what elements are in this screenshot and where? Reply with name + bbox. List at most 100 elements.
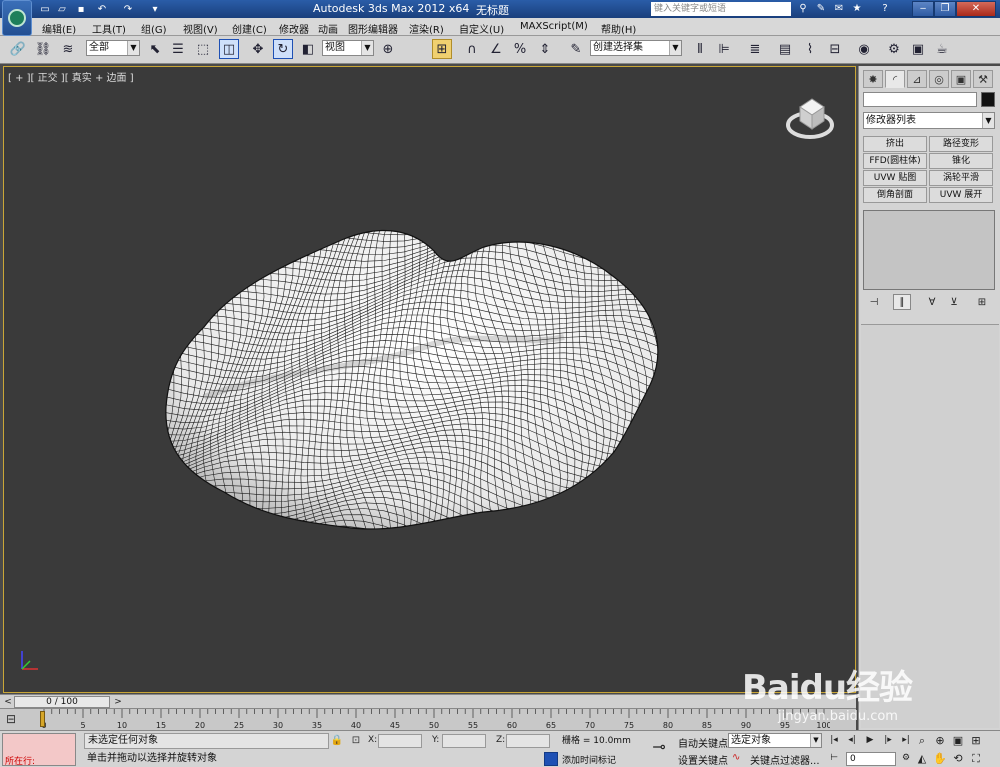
- render-setup-icon[interactable]: ⚙: [884, 39, 904, 59]
- modifier-button-turbosmooth[interactable]: 涡轮平滑: [929, 170, 993, 186]
- menu-graph-editors[interactable]: 图形编辑器: [348, 21, 398, 36]
- select-object-icon[interactable]: ⬉: [145, 39, 165, 59]
- menu-views[interactable]: 视图(V): [183, 21, 218, 36]
- favorites-icon[interactable]: ★: [850, 2, 864, 16]
- play-icon[interactable]: ▶: [862, 733, 878, 748]
- menu-tools[interactable]: 工具(T): [92, 21, 126, 36]
- y-coordinate-field[interactable]: [442, 734, 486, 748]
- new-file-icon[interactable]: ▭: [38, 2, 52, 16]
- open-file-icon[interactable]: ▱: [55, 2, 69, 16]
- communication-icon[interactable]: ✉: [832, 2, 846, 16]
- menu-help[interactable]: 帮助(H): [601, 21, 636, 36]
- create-tab-icon[interactable]: ✸: [863, 70, 883, 88]
- select-scale-icon[interactable]: ◧: [298, 39, 318, 59]
- ribbon-toggle-icon[interactable]: ▤: [775, 39, 795, 59]
- pan-icon[interactable]: ✋: [932, 751, 948, 766]
- material-editor-icon[interactable]: ◉: [854, 39, 874, 59]
- select-rotate-icon[interactable]: ↻: [273, 39, 293, 59]
- x-coordinate-field[interactable]: [378, 734, 422, 748]
- select-by-name-icon[interactable]: ☰: [168, 39, 188, 59]
- field-of-view-icon[interactable]: ◭: [914, 751, 930, 766]
- orbit-icon[interactable]: ⟲: [950, 751, 966, 766]
- maxscript-listener[interactable]: 所在行:: [2, 733, 76, 767]
- configure-modifier-sets-icon[interactable]: ⊞: [973, 294, 991, 310]
- select-move-icon[interactable]: ✥: [248, 39, 268, 59]
- modifier-button-uvw-map[interactable]: UVW 贴图: [863, 170, 927, 186]
- modifier-button-taper[interactable]: 锥化: [929, 153, 993, 169]
- lock-icon[interactable]: 🔒: [330, 735, 344, 747]
- reference-coord-dropdown[interactable]: 视图 ▼: [322, 40, 374, 56]
- go-to-start-icon[interactable]: |◂: [826, 733, 842, 748]
- bind-space-warp-icon[interactable]: ≋: [58, 39, 78, 59]
- minimize-button[interactable]: ‒: [912, 1, 934, 17]
- menu-modifiers[interactable]: 修改器: [279, 21, 309, 36]
- zoom-all-icon[interactable]: ⊕: [932, 733, 948, 748]
- save-file-icon[interactable]: ▪: [74, 2, 88, 16]
- window-crossing-icon[interactable]: ◫: [219, 39, 239, 59]
- percent-snap-icon[interactable]: %: [510, 39, 530, 59]
- snap-3d-icon[interactable]: ∩: [462, 39, 482, 59]
- render-production-icon[interactable]: ☕: [932, 39, 952, 59]
- curve-editor-icon[interactable]: ⌇: [800, 39, 820, 59]
- menu-customize[interactable]: 自定义(U): [459, 21, 504, 36]
- time-config-icon[interactable]: ⚙: [898, 751, 914, 766]
- time-slider-prev-icon[interactable]: <: [2, 696, 14, 708]
- track-bar[interactable]: ⊟ 05101520253035404550556065707580859095…: [0, 708, 856, 730]
- close-button[interactable]: ✕: [956, 1, 996, 17]
- help-icon[interactable]: ?: [878, 2, 892, 16]
- rectangular-selection-icon[interactable]: ⬚: [193, 39, 213, 59]
- add-time-tag-icon[interactable]: [544, 752, 558, 766]
- motion-tab-icon[interactable]: ◎: [929, 70, 949, 88]
- named-selection-dropdown[interactable]: 创建选择集 ▼: [590, 40, 682, 56]
- hierarchy-tab-icon[interactable]: ⊿: [907, 70, 927, 88]
- menu-maxscript[interactable]: MAXScript(M): [520, 21, 588, 32]
- menu-rendering[interactable]: 渲染(R): [409, 21, 444, 36]
- perspective-viewport[interactable]: [ + ][ 正交 ][ 真实 + 边面 ]: [3, 66, 856, 693]
- link-icon[interactable]: 🔗: [8, 39, 28, 59]
- time-slider[interactable]: < 0 / 100 >: [0, 694, 856, 708]
- app-logo-icon[interactable]: [2, 0, 32, 36]
- menu-edit[interactable]: 编辑(E): [42, 21, 76, 36]
- go-to-end-icon[interactable]: ▸|: [898, 733, 914, 748]
- edit-named-selection-icon[interactable]: ✎: [566, 39, 586, 59]
- set-key-button[interactable]: 设置关键点: [678, 752, 728, 767]
- viewport-label[interactable]: [ + ][ 正交 ][ 真实 + 边面 ]: [8, 69, 134, 84]
- binoculars-icon[interactable]: ⚲: [796, 2, 810, 16]
- modifier-list-dropdown[interactable]: 修改器列表 ▼: [863, 112, 995, 129]
- set-key-icon[interactable]: ⊸: [646, 737, 672, 759]
- current-frame-marker[interactable]: [40, 711, 45, 727]
- restore-button[interactable]: ❐: [934, 1, 956, 17]
- menu-create[interactable]: 创建(C): [232, 21, 267, 36]
- search-input[interactable]: 键入关键字或短语: [651, 2, 791, 16]
- utilities-tab-icon[interactable]: ⚒: [973, 70, 993, 88]
- zoom-extents-all-icon[interactable]: ⊞: [968, 733, 984, 748]
- modifier-stack-view[interactable]: [863, 210, 995, 290]
- pin-stack-icon[interactable]: ⊣: [865, 294, 883, 310]
- align-icon[interactable]: ⊫: [714, 39, 734, 59]
- zoom-extents-icon[interactable]: ▣: [950, 733, 966, 748]
- add-time-tag-label[interactable]: 添加时间标记: [562, 753, 616, 766]
- modifier-button-unwrap-uvw[interactable]: UVW 展开: [929, 187, 993, 203]
- previous-frame-icon[interactable]: ◂|: [844, 733, 860, 748]
- object-color-swatch[interactable]: [981, 92, 995, 107]
- pivot-center-icon[interactable]: ⊕: [378, 39, 398, 59]
- remove-modifier-icon[interactable]: ⊻: [945, 294, 963, 310]
- zoom-icon[interactable]: ⌕: [914, 733, 930, 748]
- modifier-button-ffd-cyl[interactable]: FFD(圆柱体): [863, 153, 927, 169]
- modifier-button-bevel-profile[interactable]: 倒角剖面: [863, 187, 927, 203]
- menu-animation[interactable]: 动画: [318, 21, 338, 36]
- rendered-frame-icon[interactable]: ▣: [908, 39, 928, 59]
- spinner-snap-icon[interactable]: ⇕: [535, 39, 555, 59]
- time-slider-next-icon[interactable]: >: [112, 696, 124, 708]
- key-filters-button[interactable]: 关键点过滤器...: [750, 752, 820, 767]
- schematic-view-icon[interactable]: ⊟: [825, 39, 845, 59]
- angle-snap-icon[interactable]: ∠: [486, 39, 506, 59]
- auto-key-button[interactable]: 自动关键点: [678, 735, 728, 750]
- show-end-result-icon[interactable]: ∥: [893, 294, 911, 310]
- object-name-field[interactable]: [863, 92, 977, 107]
- display-tab-icon[interactable]: ▣: [951, 70, 971, 88]
- dopesheet-icon[interactable]: ⊟: [6, 712, 26, 728]
- redo-icon[interactable]: ↷: [121, 2, 135, 16]
- viewcube-icon[interactable]: [784, 89, 836, 141]
- selection-filter-dropdown[interactable]: 全部 ▼: [86, 40, 140, 56]
